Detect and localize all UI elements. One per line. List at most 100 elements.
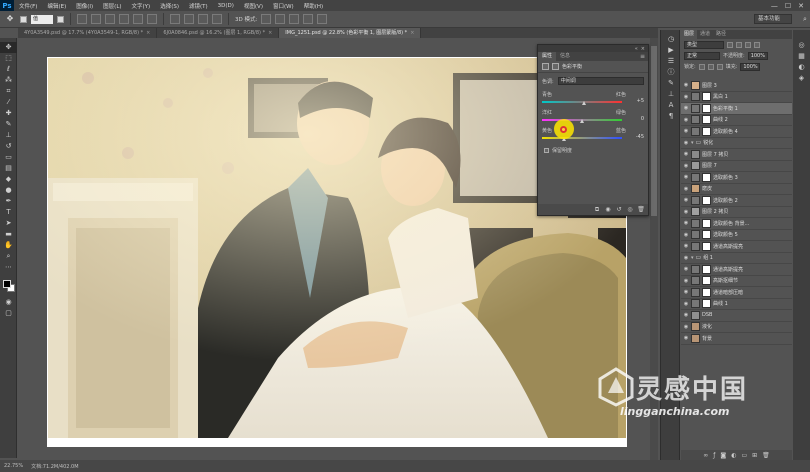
show-transform-checkbox[interactable] bbox=[57, 15, 64, 23]
filter-adjust-icon[interactable] bbox=[736, 41, 742, 48]
preserve-luminosity-row[interactable]: 保留明度 bbox=[538, 143, 648, 158]
close-icon[interactable]: × bbox=[268, 30, 272, 36]
mask-thumbnail[interactable] bbox=[702, 172, 711, 182]
eye-icon[interactable]: ◉ bbox=[683, 117, 689, 123]
filter-shape-icon[interactable] bbox=[754, 41, 760, 48]
layer-row[interactable]: ◉ 图层 7 bbox=[681, 161, 792, 172]
workspace-dropdown[interactable]: 基本功能 bbox=[754, 14, 792, 24]
menu-edit[interactable]: 编辑(E) bbox=[42, 2, 71, 10]
align-middle-icon[interactable] bbox=[91, 14, 101, 24]
eye-icon[interactable]: ◉ bbox=[683, 266, 689, 272]
reset-icon[interactable]: ↺ bbox=[615, 206, 623, 214]
layer-row[interactable]: ◉ 磨皮 bbox=[681, 184, 792, 195]
layer-row[interactable]: ◉ 选取颜色 5 bbox=[681, 230, 792, 241]
eye-icon[interactable]: ◉ bbox=[683, 278, 689, 284]
brush-icon[interactable]: ✎ bbox=[661, 78, 681, 89]
shape-tool-icon[interactable]: ▬ bbox=[0, 229, 17, 240]
mask-thumbnail[interactable] bbox=[702, 115, 711, 125]
foreground-color[interactable] bbox=[3, 280, 11, 288]
layer-row[interactable]: ◉ 高斯抠细节 bbox=[681, 276, 792, 287]
mask-thumbnail[interactable] bbox=[702, 126, 711, 136]
lasso-tool-icon[interactable]: ℓ bbox=[0, 64, 17, 75]
slider-knob[interactable] bbox=[579, 119, 584, 123]
eye-icon[interactable]: ◉ bbox=[683, 94, 689, 100]
mask-thumbnail[interactable] bbox=[702, 276, 711, 286]
menu-layer[interactable]: 图层(L) bbox=[98, 2, 126, 10]
eye-icon[interactable]: ◉ bbox=[683, 186, 689, 192]
eye-icon[interactable]: ◉ bbox=[683, 232, 689, 238]
delete-icon[interactable]: 🗑 bbox=[637, 206, 645, 214]
more-tools-icon[interactable]: ⋯ bbox=[0, 262, 17, 273]
eye-icon[interactable]: ◉ bbox=[683, 243, 689, 249]
maximize-button[interactable]: ☐ bbox=[785, 2, 791, 10]
eye-icon[interactable]: ◉ bbox=[683, 301, 689, 307]
color-slider[interactable]: 青色 红色 +5 bbox=[538, 89, 648, 107]
filter-kind-dropdown[interactable]: 类型 bbox=[684, 40, 724, 49]
layer-row[interactable]: ◉ 色彩平衡 1 bbox=[681, 103, 792, 115]
close-icon[interactable]: × bbox=[641, 46, 645, 52]
3d-scale-icon[interactable] bbox=[317, 14, 328, 24]
move-tool-icon[interactable]: ✥ bbox=[4, 13, 16, 25]
crop-tool-icon[interactable]: ⌗ bbox=[0, 86, 17, 97]
lock-position-icon[interactable] bbox=[707, 63, 714, 70]
menu-type[interactable]: 文字(Y) bbox=[127, 2, 156, 10]
clone-source-icon[interactable]: ⊥ bbox=[661, 89, 681, 100]
pen-tool-icon[interactable]: ✒ bbox=[0, 196, 17, 207]
hand-tool-icon[interactable]: ✋ bbox=[0, 240, 17, 251]
stamp-tool-icon[interactable]: ⊥ bbox=[0, 130, 17, 141]
quick-mask-icon[interactable]: ◉ bbox=[0, 297, 17, 308]
new-adjustment-icon[interactable]: ◐ bbox=[731, 452, 736, 459]
slider-value[interactable]: -45 bbox=[636, 134, 644, 140]
brush-tool-icon[interactable]: ✎ bbox=[0, 119, 17, 130]
menu-select[interactable]: 选择(S) bbox=[155, 2, 184, 10]
layer-thumbnail[interactable] bbox=[691, 184, 700, 194]
layer-row[interactable]: ◉ 选取颜色 背景... bbox=[681, 218, 792, 230]
tone-dropdown[interactable]: 中间调 bbox=[557, 77, 644, 85]
eraser-tool-icon[interactable]: ▭ bbox=[0, 152, 17, 163]
view-previous-icon[interactable]: ◉ bbox=[604, 206, 612, 214]
paragraph-icon[interactable]: ¶ bbox=[661, 111, 681, 122]
mask-thumbnail[interactable] bbox=[702, 195, 711, 205]
eye-icon[interactable]: ◉ bbox=[683, 174, 689, 180]
eye-icon[interactable]: ◉ bbox=[683, 312, 689, 318]
filter-pixel-icon[interactable] bbox=[727, 41, 733, 48]
color-slider[interactable]: 洋红 绿色 0 bbox=[538, 107, 648, 125]
layer-thumbnail[interactable] bbox=[691, 149, 700, 159]
layer-row[interactable]: ◉ 通道暗部压暗 bbox=[681, 287, 792, 299]
menu-image[interactable]: 图像(I) bbox=[71, 2, 98, 10]
layer-thumbnail[interactable] bbox=[691, 207, 700, 217]
layer-row[interactable]: ◉ 图层 2 拷贝 bbox=[681, 207, 792, 218]
mask-thumbnail[interactable] bbox=[702, 287, 711, 297]
distribute-icon[interactable] bbox=[184, 14, 194, 24]
gradient-tool-icon[interactable]: ▤ bbox=[0, 163, 17, 174]
distribute-icon[interactable] bbox=[198, 14, 208, 24]
minimize-button[interactable]: — bbox=[771, 2, 778, 10]
color-swatches[interactable] bbox=[0, 277, 17, 297]
swatches-icon[interactable]: ▦ bbox=[793, 51, 810, 62]
menu-view[interactable]: 视图(V) bbox=[239, 2, 268, 10]
layer-row[interactable]: ◉ 曲线 1 bbox=[681, 299, 792, 310]
doc-tab[interactable]: 4Y0A3549.psd @ 17.7% (4Y0A3549-1, RGB/8)… bbox=[18, 28, 158, 38]
layer-row[interactable]: ◉ 黑白 1 bbox=[681, 92, 792, 103]
scrollbar-thumb[interactable] bbox=[651, 46, 657, 216]
layer-row[interactable]: ◉ 选取颜色 3 bbox=[681, 172, 792, 184]
tab-channels[interactable]: 通道 bbox=[697, 30, 713, 39]
eye-icon[interactable]: ◉ bbox=[683, 128, 689, 134]
layer-thumbnail[interactable] bbox=[691, 310, 700, 320]
layer-row[interactable]: ◉ ▾ ▭ 组 1 bbox=[681, 253, 792, 264]
collapse-icon[interactable]: « bbox=[635, 46, 638, 52]
3d-roll-icon[interactable] bbox=[275, 14, 286, 24]
opacity-input[interactable]: 100% bbox=[747, 51, 768, 60]
tab-properties[interactable]: 属性 bbox=[538, 52, 557, 61]
fill-input[interactable]: 100% bbox=[740, 62, 761, 71]
color-icon[interactable]: ◎ bbox=[793, 40, 810, 51]
new-group-icon[interactable]: ▭ bbox=[741, 452, 747, 459]
layer-row[interactable]: ◉ 通道高斯提亮 bbox=[681, 241, 792, 253]
3d-slide-icon[interactable] bbox=[303, 14, 314, 24]
doc-tab-active[interactable]: IMG_1251.psd @ 22.8% (色彩平衡 1, 图层蒙版/8) * × bbox=[279, 28, 422, 38]
slider-value[interactable]: 0 bbox=[641, 116, 644, 122]
slider-track[interactable]: +5 bbox=[542, 98, 644, 105]
mask-thumbnail[interactable] bbox=[702, 218, 711, 228]
slider-knob[interactable] bbox=[581, 101, 586, 105]
eye-icon[interactable]: ◉ bbox=[683, 105, 689, 111]
